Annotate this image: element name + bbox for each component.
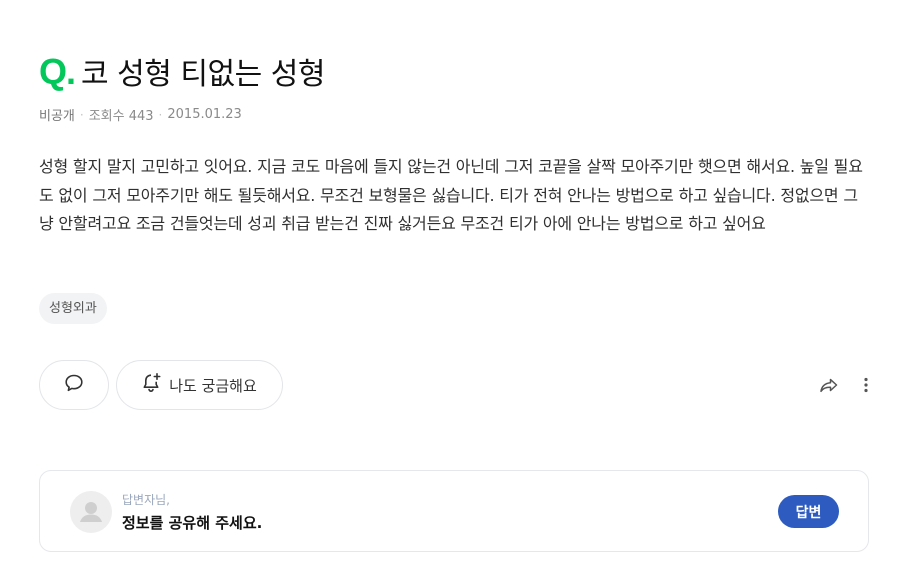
share-button[interactable]: [818, 374, 840, 396]
meta-separator: ·: [158, 107, 163, 122]
answer-prompt-box: 답변자님, 정보를 공유해 주세요. 답변: [39, 470, 869, 552]
comment-button[interactable]: [39, 360, 109, 410]
view-count: 조회수 443: [88, 109, 154, 124]
meta-separator: ·: [79, 107, 84, 122]
comment-icon: [63, 372, 85, 398]
more-options-button[interactable]: [859, 374, 873, 396]
curious-button-label: 나도 궁금해요: [169, 376, 257, 395]
post-date: 2015.01.23: [167, 107, 242, 122]
avatar: [70, 491, 112, 533]
bell-plus-icon: [142, 372, 162, 398]
more-icon: [859, 377, 873, 400]
tag-chip[interactable]: 성형외과: [39, 293, 107, 324]
user-avatar-icon: [80, 502, 102, 522]
answer-greeting: 답변자님,: [122, 493, 170, 507]
question-title-text: 코 성형 티없는 성형: [81, 57, 325, 92]
question-body: 성형 할지 말지 고민하고 잇어요. 지금 코도 마음에 들지 않는건 아닌데 …: [39, 157, 863, 233]
question-mark: Q.: [39, 51, 76, 92]
question-meta: 비공개 · 조회수 443 · 2015.01.23: [39, 105, 242, 124]
visibility-label: 비공개: [39, 109, 75, 124]
share-icon: [818, 378, 840, 400]
question-page: Q. 코 성형 티없는 성형 비공개 · 조회수 443 · 2015.01.2…: [0, 0, 910, 569]
curious-button[interactable]: 나도 궁금해요: [116, 360, 283, 410]
question-title: Q. 코 성형 티없는 성형: [39, 52, 325, 95]
answer-message: 정보를 공유해 주세요.: [122, 514, 263, 532]
answer-button[interactable]: 답변: [778, 495, 839, 528]
